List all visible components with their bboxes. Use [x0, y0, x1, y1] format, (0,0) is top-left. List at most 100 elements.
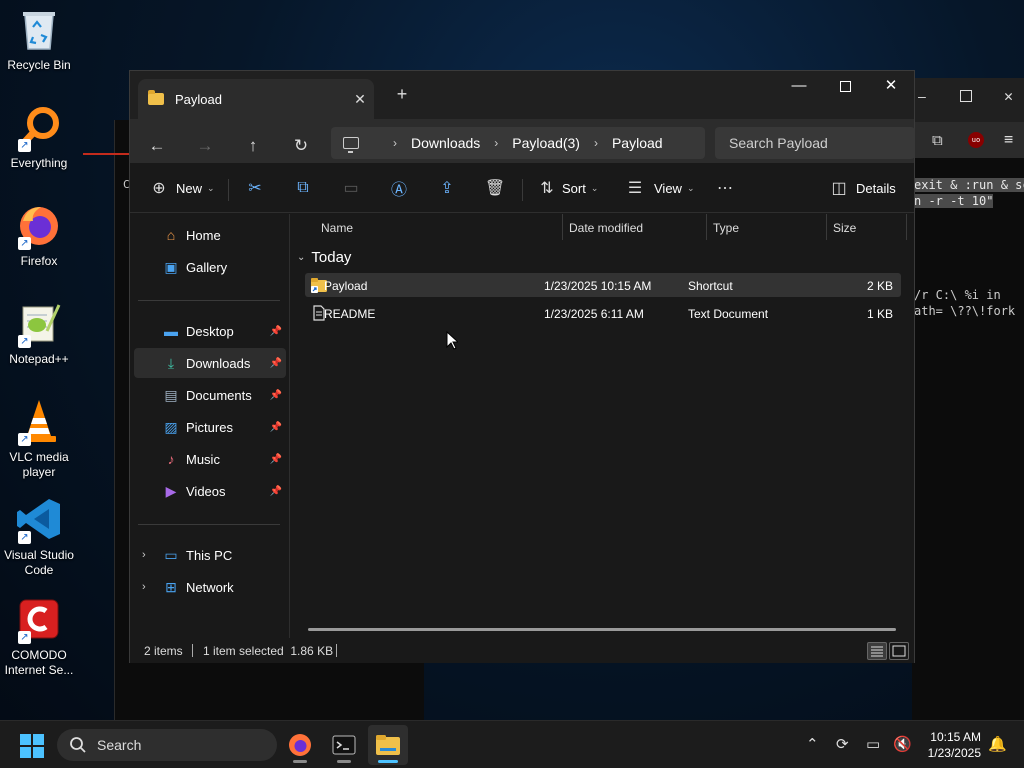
close-icon[interactable]: ✕: [1004, 87, 1013, 105]
details-view-button[interactable]: [867, 642, 887, 660]
breadcrumb-payload-3[interactable]: Payload(3): [512, 135, 580, 151]
close-button[interactable]: ✕: [868, 71, 914, 103]
sidebar-item-desktop[interactable]: ▬ Desktop 📌: [134, 316, 286, 346]
column-divider[interactable]: [826, 214, 827, 240]
minimize-icon[interactable]: —: [918, 90, 926, 105]
home-icon: ⌂: [166, 227, 176, 243]
tray-overflow-chevron-icon[interactable]: ⌃: [806, 735, 819, 753]
divider: [522, 179, 523, 201]
extensions-icon[interactable]: ⧉: [932, 131, 943, 149]
pin-icon[interactable]: 📌: [270, 422, 282, 433]
address-bar[interactable]: › Downloads › Payload(3) › Payload: [331, 127, 705, 159]
column-name[interactable]: Name: [321, 221, 353, 235]
file-row-readme[interactable]: README 1/23/2025 6:11 AM Text Document 1…: [305, 301, 901, 325]
sidebar-item-downloads[interactable]: ⤓ Downloads 📌: [134, 348, 286, 378]
file-list-view[interactable]: Name Date modified Type Size ⌄ Today Pay…: [291, 214, 914, 638]
divider: [336, 644, 337, 657]
sidebar-item-gallery[interactable]: ▣ Gallery: [134, 252, 286, 282]
pin-icon[interactable]: 📌: [270, 454, 282, 465]
breadcrumb-downloads[interactable]: Downloads: [411, 135, 480, 151]
sidebar-item-pictures[interactable]: ▨ Pictures 📌: [134, 412, 286, 442]
column-divider[interactable]: [906, 214, 907, 240]
tiles-view-button[interactable]: [889, 642, 909, 660]
column-date-modified[interactable]: Date modified: [569, 221, 643, 235]
sidebar-item-home[interactable]: ⌂ Home: [134, 220, 286, 250]
background-terminal-window[interactable]: — ✕ ⧉ uo ≡ exit & :run & sc n -r -t 10" …: [912, 78, 1024, 720]
file-date: 1/23/2025 6:11 AM: [544, 307, 644, 321]
chevron-right-icon[interactable]: ›: [142, 581, 146, 593]
share-button[interactable]: ⇪: [436, 175, 458, 201]
pin-icon[interactable]: 📌: [270, 390, 282, 401]
new-button[interactable]: ⊕ New ⌄: [148, 175, 214, 201]
refresh-button[interactable]: ↻: [285, 131, 317, 161]
taskbar-terminal[interactable]: [324, 725, 364, 765]
chevron-right-icon[interactable]: ›: [142, 549, 146, 561]
tab-close-icon[interactable]: ✕: [346, 91, 374, 108]
cut-button[interactable]: ✂: [244, 175, 266, 201]
pin-icon[interactable]: 📌: [270, 486, 282, 497]
start-button[interactable]: [20, 734, 44, 758]
minimize-button[interactable]: —: [776, 71, 822, 103]
details-view-icon: [871, 646, 883, 657]
breadcrumb-payload[interactable]: Payload: [612, 135, 663, 151]
up-button[interactable]: ↑: [237, 131, 269, 161]
file-explorer-window[interactable]: Payload ✕ + — ✕ ← → ↑ ↻ › Downloads › Pa…: [129, 70, 915, 663]
ublock-icon[interactable]: uo: [968, 132, 984, 148]
maximize-button[interactable]: [822, 71, 868, 103]
desktop-icon-recycle-bin[interactable]: Recycle Bin: [0, 6, 78, 73]
view-button[interactable]: ☰ View ⌄: [624, 175, 695, 201]
file-row-payload[interactable]: Payload 1/23/2025 10:15 AM Shortcut 2 KB: [305, 273, 901, 297]
sidebar-item-label: Downloads: [186, 355, 251, 371]
column-type[interactable]: Type: [713, 221, 739, 235]
view-label: View: [654, 180, 682, 196]
explorer-tab[interactable]: Payload ✕: [138, 79, 374, 119]
paste-button[interactable]: ▭: [340, 175, 362, 201]
network-status-icon[interactable]: ▭: [866, 735, 880, 753]
delete-button[interactable]: 🗑: [484, 175, 506, 201]
desktop-icon-everything[interactable]: ↗ Everything: [0, 104, 78, 171]
new-tab-button[interactable]: +: [388, 83, 416, 107]
horizontal-scrollbar[interactable]: [308, 628, 896, 631]
sync-icon[interactable]: ⟳: [836, 735, 849, 753]
desktop-icon-comodo[interactable]: ↗ COMODO Internet Se...: [0, 596, 78, 678]
sidebar-item-network[interactable]: › ⊞ Network: [134, 572, 286, 602]
column-divider[interactable]: [562, 214, 563, 240]
more-options-button[interactable]: ⋯: [714, 175, 736, 201]
folder-icon: [376, 735, 400, 755]
taskbar-search[interactable]: Search: [57, 729, 277, 761]
taskbar-file-explorer[interactable]: [368, 725, 408, 765]
taskbar-firefox[interactable]: [280, 725, 320, 765]
column-size[interactable]: Size: [833, 221, 856, 235]
volume-muted-icon[interactable]: 🔇: [893, 735, 912, 753]
desktop-icon-notepad-plus-plus[interactable]: ↗ Notepad++: [0, 300, 78, 367]
navigation-pane[interactable]: ⌂ Home ▣ Gallery ▬ Desktop 📌 ⤓ Downloads…: [130, 214, 290, 638]
firefox-icon: [289, 734, 311, 756]
column-divider[interactable]: [706, 214, 707, 240]
sidebar-item-this-pc[interactable]: › ▭ This PC: [134, 540, 286, 570]
sidebar-item-label: Desktop: [186, 323, 234, 339]
forward-button[interactable]: →: [189, 131, 221, 161]
sidebar-item-documents[interactable]: ▤ Documents 📌: [134, 380, 286, 410]
notification-bell-icon[interactable]: 🔔: [988, 735, 1007, 753]
chevron-down-icon: ⌄: [590, 182, 599, 193]
desktop-icon-firefox[interactable]: ↗ Firefox: [0, 202, 78, 269]
desktop-icon-vscode[interactable]: ↗ Visual Studio Code: [0, 496, 78, 578]
details-button[interactable]: ◫ Details: [828, 175, 895, 201]
search-input[interactable]: Search Payload: [715, 127, 915, 159]
group-header-today[interactable]: ⌄ Today: [297, 249, 351, 266]
maximize-icon[interactable]: [960, 90, 972, 102]
copy-button[interactable]: ⧉: [292, 175, 314, 201]
pin-icon[interactable]: 📌: [270, 358, 282, 369]
pin-icon[interactable]: 📌: [270, 326, 282, 337]
desktop-icon-vlc[interactable]: ↗ VLC media player: [0, 398, 78, 480]
sidebar-item-videos[interactable]: ▶ Videos 📌: [134, 476, 286, 506]
back-button[interactable]: ←: [141, 131, 173, 161]
menu-icon[interactable]: ≡: [1004, 130, 1013, 148]
system-clock[interactable]: 10:15 AM 1/23/2025: [928, 729, 981, 761]
recycle-bin-icon: [16, 6, 62, 52]
chevron-right-icon: ›: [494, 136, 499, 150]
sort-button[interactable]: ⇅ Sort ⌄: [536, 175, 598, 201]
sidebar-item-label: Videos: [186, 483, 226, 499]
rename-button[interactable]: Ⓐ: [388, 175, 410, 201]
sidebar-item-music[interactable]: ♪ Music 📌: [134, 444, 286, 474]
